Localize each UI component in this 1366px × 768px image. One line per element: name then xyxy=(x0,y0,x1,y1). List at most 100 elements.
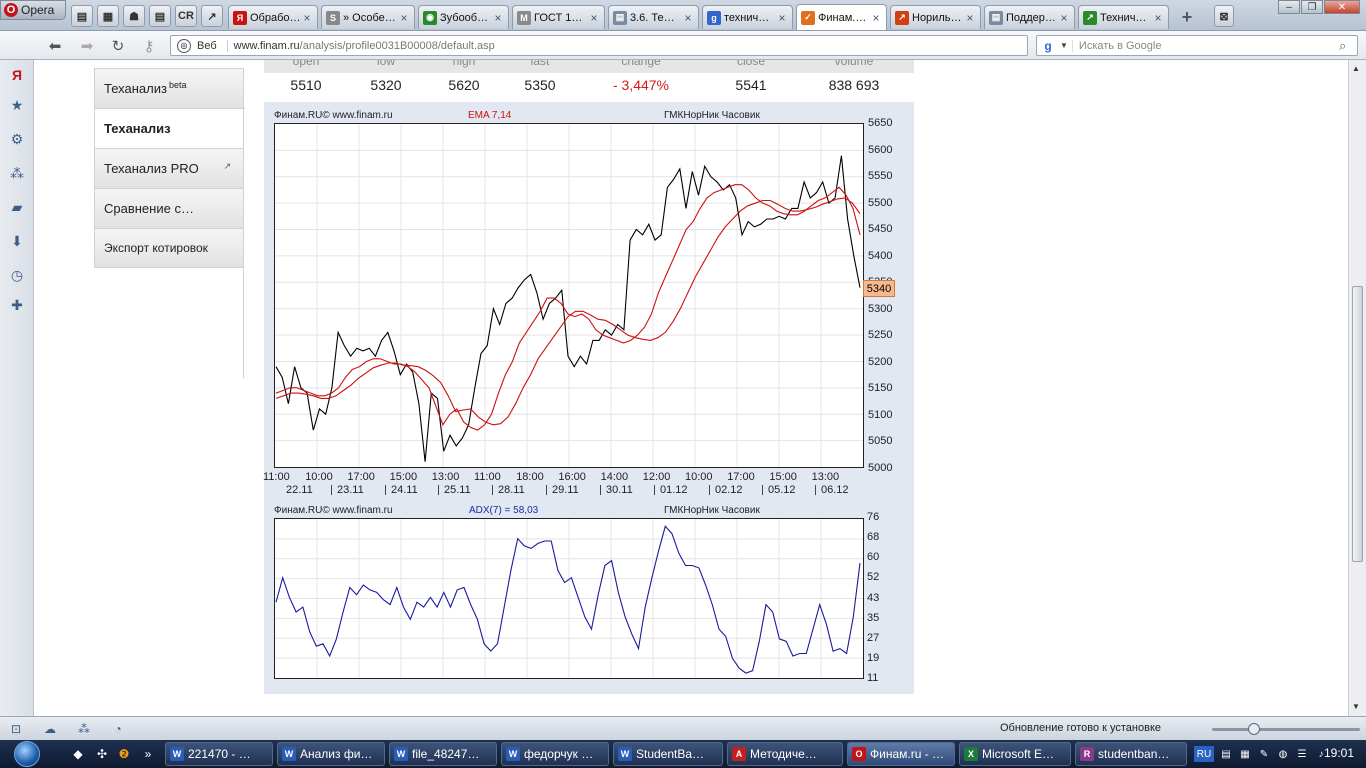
address-url[interactable]: www.finam.ru/analysis/profile0031B00008/… xyxy=(234,40,495,52)
browser-tab[interactable]: ↗ Нориль… × xyxy=(890,5,981,29)
yandex-panel-icon[interactable]: Я xyxy=(8,66,26,84)
add-panel-icon[interactable]: ✚ xyxy=(8,296,26,314)
network-icon[interactable]: ▤ xyxy=(1219,747,1233,761)
cr-icon[interactable]: CR xyxy=(175,5,197,27)
chevron-down-icon[interactable]: ▼ xyxy=(1060,41,1068,50)
browser-tab[interactable]: ▤ 3.6. Те… × xyxy=(608,5,699,29)
taskbar-item[interactable]: X Microsoft E… xyxy=(959,742,1071,766)
close-tab-icon[interactable]: × xyxy=(301,11,313,25)
search-box[interactable]: g ▼ Искать в Google ⌕ xyxy=(1036,35,1358,56)
quicklaunch-app-icon[interactable]: ❷ xyxy=(116,746,132,762)
tab-bar: O Opera ▤ ▦ ☗ ▤ CR ↗ Я Обрабо… × S» Особе… × ◉ Зубо… xyxy=(0,0,1366,31)
bookmarks-star-icon[interactable]: ★ xyxy=(8,96,26,114)
close-tab-icon[interactable]: × xyxy=(492,11,504,25)
browser-tab[interactable]: ◉ Зубооб… × xyxy=(418,5,509,29)
clock: 19:01 xyxy=(1323,746,1354,760)
close-tab-icon[interactable]: × xyxy=(870,11,882,25)
google-icon[interactable]: g xyxy=(1040,38,1056,54)
word-icon: W xyxy=(170,747,184,761)
taskbar-item[interactable]: W Анализ фи… xyxy=(277,742,385,766)
close-tab-icon[interactable]: × xyxy=(1058,11,1070,25)
gear-icon[interactable]: ⚙ xyxy=(8,130,26,148)
taskbar-item-label: Microsoft E… xyxy=(982,747,1055,761)
downloads-icon[interactable]: ⬇ xyxy=(8,232,26,250)
wifi-icon[interactable]: ☰ xyxy=(1295,747,1309,761)
panel-icon[interactable]: ▦ xyxy=(97,5,119,27)
close-tab-icon[interactable]: × xyxy=(682,11,694,25)
browser-tab[interactable]: M ГОСТ 1… × xyxy=(512,5,605,29)
browser-tab[interactable]: g технич… × xyxy=(702,5,793,29)
taskbar-item[interactable]: W StudentBa… xyxy=(613,742,723,766)
close-window-button[interactable]: ✕ xyxy=(1324,0,1360,14)
taskbar-item[interactable]: W 221470 - … xyxy=(165,742,273,766)
quicklaunch-more-icon[interactable]: » xyxy=(140,746,156,762)
close-tab-icon[interactable]: × xyxy=(588,11,600,25)
browser-tab[interactable]: S» Особе… × xyxy=(321,5,415,29)
unite-icon[interactable]: ⁂ xyxy=(8,164,26,182)
zoom-slider-knob[interactable] xyxy=(1248,723,1260,735)
page-icon: ▤ xyxy=(989,10,1003,25)
minimize-button[interactable]: – xyxy=(1278,0,1300,14)
scrollbar-thumb[interactable] xyxy=(1352,286,1363,562)
analysis-menu-item[interactable]: Теханализ PRO ↗ xyxy=(94,148,244,188)
word-icon: W xyxy=(618,747,632,761)
scroll-down-icon[interactable]: ▼ xyxy=(1352,702,1360,711)
language-indicator[interactable]: RU xyxy=(1194,746,1214,762)
browser-tab[interactable]: Я Обрабо… × xyxy=(228,5,318,29)
date-separator xyxy=(815,485,816,495)
analysis-menu-item[interactable]: Экспорт котировок xyxy=(94,228,244,268)
search-input[interactable]: Искать в Google xyxy=(1071,39,1339,52)
closed-tabs-trash-icon[interactable]: ⊠ xyxy=(1214,5,1234,27)
close-tab-icon[interactable]: × xyxy=(964,11,976,25)
unite-status-icon[interactable]: ⁂ xyxy=(76,721,92,737)
analysis-menu-item[interactable]: Теханализ beta xyxy=(94,68,244,108)
analysis-menu-item[interactable]: Сравнение с… xyxy=(94,188,244,228)
taskbar-item[interactable]: A Методиче… xyxy=(727,742,843,766)
browser-tab[interactable]: ✓ Финам.… × xyxy=(796,4,887,30)
close-tab-icon[interactable]: × xyxy=(398,11,410,25)
maximize-button[interactable]: ❐ xyxy=(1301,0,1323,14)
taskbar-item[interactable]: O Финам.ru - … xyxy=(847,742,955,766)
cat-icon[interactable]: ☗ xyxy=(123,5,145,27)
address-field[interactable]: ◎ Веб www.finam.ru/analysis/profile0031B… xyxy=(170,35,1028,56)
search-icon[interactable]: ⌕ xyxy=(1339,38,1357,54)
reload-icon[interactable]: ↻ xyxy=(107,36,129,56)
page-icon[interactable]: ▤ xyxy=(71,5,93,27)
chart-icon[interactable]: ↗ xyxy=(201,5,223,27)
tray-app-icon[interactable]: ▦ xyxy=(1238,747,1252,761)
price-x-time-tick: 17:00 xyxy=(347,471,375,483)
key-icon[interactable]: ⚷ xyxy=(138,36,160,56)
zoom-slider[interactable] xyxy=(1212,723,1360,735)
adx-chart[interactable] xyxy=(274,518,864,679)
analysis-menu-item[interactable]: Теханализ xyxy=(94,108,245,148)
cloud-icon[interactable]: ☁ xyxy=(42,721,58,737)
price-x-time-tick: 10:00 xyxy=(305,471,333,483)
close-tab-icon[interactable]: × xyxy=(1152,11,1164,25)
taskbar-item[interactable]: Wфедорчук … xyxy=(501,742,609,766)
browser-tab[interactable]: ↗ Технич… × xyxy=(1078,5,1169,29)
browser-tab[interactable]: ▤ Поддер… × xyxy=(984,5,1075,29)
vertical-scrollbar[interactable]: ▲ ▼ xyxy=(1348,60,1366,716)
back-icon[interactable]: ⬅ xyxy=(44,36,66,56)
speed-dial-icon[interactable]: ◔ xyxy=(110,721,126,737)
close-tab-icon[interactable]: × xyxy=(776,11,788,25)
quicklaunch-media-icon[interactable]: ◆ xyxy=(70,746,86,762)
taskbar-item-label: StudentBa… xyxy=(636,747,705,761)
page-icon[interactable]: ▤ xyxy=(149,5,171,27)
price-chart-svg xyxy=(275,124,863,467)
opera-menu-button[interactable]: O Opera xyxy=(0,0,66,20)
quicklaunch-tool-icon[interactable]: ✣ xyxy=(94,746,110,762)
tray-opera-icon[interactable]: ◍ xyxy=(1276,747,1290,761)
taskbar-item[interactable]: Rstudentban… xyxy=(1075,742,1187,766)
scroll-up-icon[interactable]: ▲ xyxy=(1352,64,1360,73)
start-button[interactable] xyxy=(4,740,50,768)
tray-pen-icon[interactable]: ✎ xyxy=(1257,747,1271,761)
notes-icon[interactable]: ▰ xyxy=(8,198,26,216)
taskbar-item[interactable]: Wfile_48247… xyxy=(389,742,497,766)
forward-icon[interactable]: ➡ xyxy=(76,36,98,56)
price-chart[interactable] xyxy=(274,123,864,468)
price-x-date-tick: 30.11 xyxy=(606,484,633,496)
new-tab-button[interactable]: + xyxy=(1176,7,1198,27)
panel-toggle-icon[interactable]: ⊡ xyxy=(8,721,24,737)
history-clock-icon[interactable]: ◷ xyxy=(8,266,26,284)
